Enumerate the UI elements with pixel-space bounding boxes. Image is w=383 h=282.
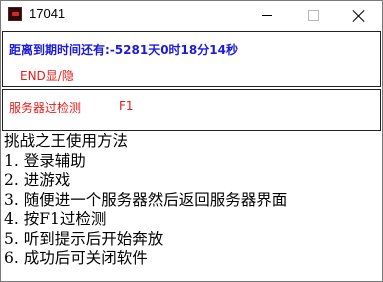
check-panel: 服务器过检测 F1 [2, 89, 381, 131]
server-check-hotkey: F1 [119, 99, 134, 113]
server-check-label: 服务器过检测 [9, 101, 82, 115]
instruction-step: 6. 成功后可关闭软件 [4, 249, 148, 267]
instructions-heading: 挑战之王使用方法 [4, 132, 129, 150]
expiry-countdown: 距离到期时间还有:-5281天0时18分14秒 [9, 41, 238, 58]
app-window: 17041 距离到期时间还有:-5281天0时18分14秒 END显/隐 服务器… [0, 0, 383, 282]
instruction-step: 4. 按F1过检测 [4, 210, 107, 228]
end-toggle-label[interactable]: END显/隐 [20, 67, 74, 84]
title-bar[interactable]: 17041 [1, 1, 382, 30]
instruction-step: 2. 进游戏 [4, 171, 71, 189]
status-panel: 距离到期时间还有:-5281天0时18分14秒 END显/隐 [2, 31, 381, 87]
maximize-button[interactable] [290, 1, 336, 30]
countdown-label: 距离到期时间还有: [9, 43, 110, 57]
minimize-button[interactable] [244, 1, 290, 30]
close-button[interactable] [336, 1, 382, 30]
instructions-text: 挑战之王使用方法 1. 登录辅助 2. 进游戏 3. 随便进一个服务器然后返回服… [2, 132, 379, 280]
maximize-icon [307, 10, 319, 21]
window-title: 17041 [29, 6, 66, 21]
instruction-step: 3. 随便进一个服务器然后返回服务器界面 [4, 190, 288, 209]
minimize-icon [262, 15, 272, 16]
close-icon [353, 10, 365, 22]
countdown-value: -5281天0时18分14秒 [109, 43, 238, 57]
instruction-step: 5. 听到提示后开始奔放 [4, 229, 164, 248]
instruction-step: 1. 登录辅助 [4, 151, 86, 170]
app-icon [8, 7, 22, 21]
